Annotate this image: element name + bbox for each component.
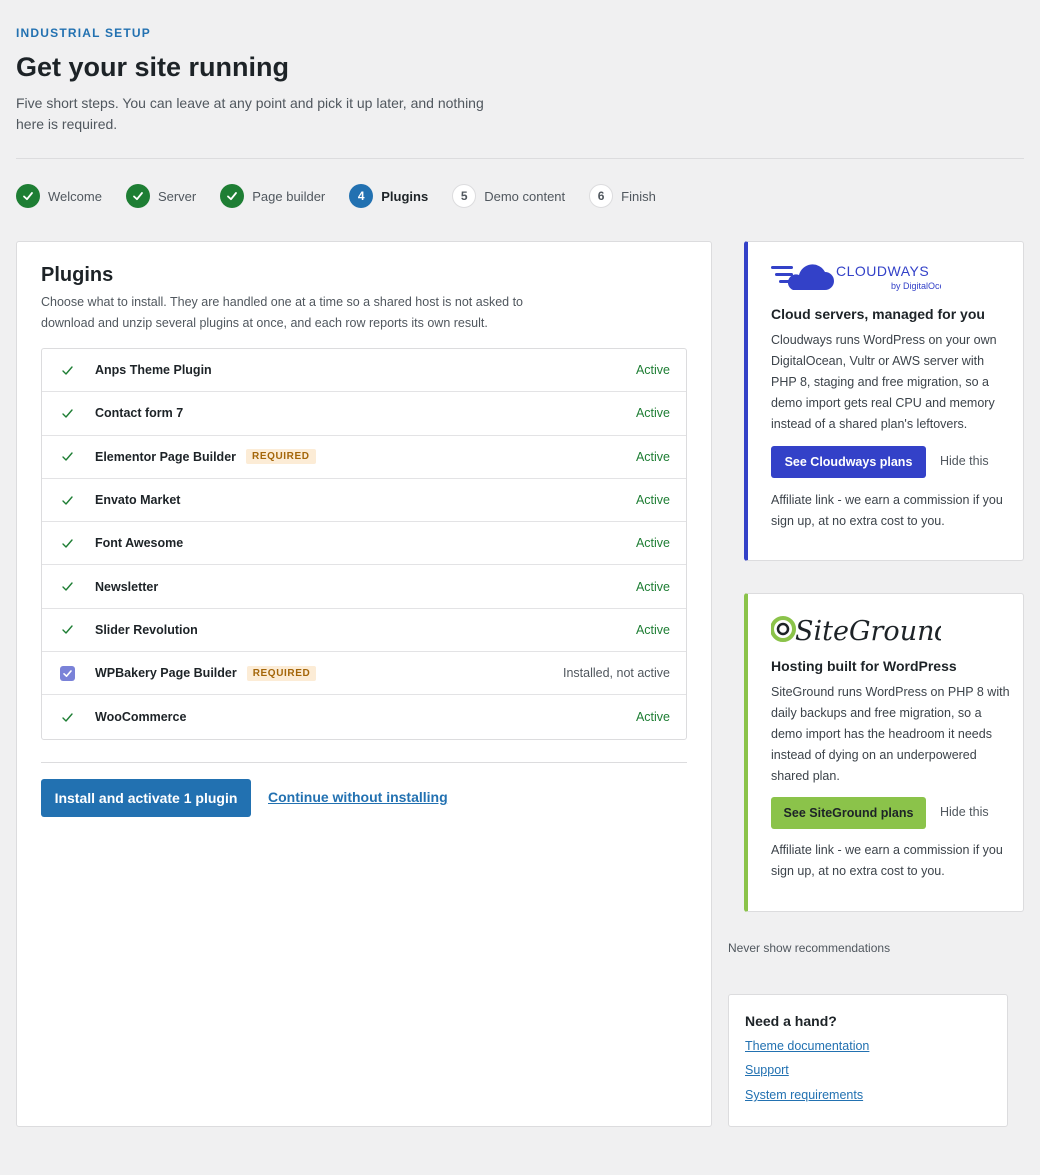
plugin-row: Font Awesome Active <box>42 522 686 566</box>
plugin-list: Anps Theme Plugin Active Contact form 7 Act… <box>41 348 687 740</box>
step-number: 4 <box>349 184 374 208</box>
plugin-status: Active <box>635 406 670 421</box>
step-label: Plugins <box>381 188 429 204</box>
step-check-icon <box>125 184 150 208</box>
plugin-name: Anps Theme Plugin <box>95 363 212 378</box>
help-title: Need a hand? <box>745 1013 837 1029</box>
step-plugins[interactable]: 4 Plugins <box>349 184 428 208</box>
step-label: Welcome <box>48 188 102 204</box>
siteground-body: SiteGround runs WordPress on PHP 8 with … <box>771 685 1010 783</box>
plugins-panel: Plugins Choose what to install. They are… <box>16 241 712 1127</box>
plugin-status: Active <box>635 536 670 551</box>
required-badge: REQUIRED <box>246 665 317 681</box>
svg-text:SiteGround: SiteGround <box>795 616 941 646</box>
plugin-row: WooCommerce Active <box>42 695 686 738</box>
page-title: Get your site running <box>16 52 290 82</box>
plugin-status: Active <box>635 363 670 378</box>
plugin-row: Newsletter Active <box>42 565 686 609</box>
plugin-name: Elementor Page Builder <box>95 449 237 464</box>
siteground-logo: SiteGround <box>770 610 952 651</box>
plugin-row: Elementor Page Builder REQUIRED Active <box>42 436 686 479</box>
cloudways-cloud-icon: CLOUDWAYS by DigitalOcean <box>771 263 955 291</box>
plugin-status: Active <box>635 710 670 725</box>
plugin-name: Contact form 7 <box>95 406 184 421</box>
system-requirements-link[interactable]: System requirements <box>745 1088 863 1102</box>
step-page-builder[interactable]: Page builder <box>220 184 325 208</box>
plugin-name: Envato Market <box>95 493 181 508</box>
see-siteground-plans-button[interactable]: See SiteGround plans <box>771 797 926 829</box>
plugin-row: Slider Revolution Active <box>42 609 686 653</box>
plugin-status: Installed, not active <box>562 666 670 681</box>
plugin-status: Active <box>635 579 670 594</box>
help-card: Need a hand? Theme documentation Support… <box>728 994 1008 1127</box>
cloudways-affiliate-note: Affiliate link - we earn a commission if… <box>771 493 1003 528</box>
plugin-name: WPBakery Page Builder <box>95 666 237 681</box>
cloudways-logo: CLOUDWAYS by DigitalOcean <box>771 260 955 299</box>
plugin-row: Envato Market Active <box>42 479 686 523</box>
siteground-affiliate-note: Affiliate link - we earn a commission if… <box>771 843 1003 878</box>
stepper: Welcome Server Page builder 4 Plugins 5 Demo c… <box>16 184 680 208</box>
step-number: 6 <box>589 184 614 208</box>
step-number: 5 <box>452 184 477 208</box>
step-label: Server <box>157 188 197 204</box>
siteground-card: SiteGround Hosting built for WordPress S… <box>744 593 1024 912</box>
step-label: Demo content <box>484 188 566 204</box>
cloudways-hide-link[interactable]: Hide this <box>940 454 989 468</box>
step-label: Finish <box>621 188 656 204</box>
eyebrow-label: INDUSTRIAL SETUP <box>16 26 151 40</box>
step-check-icon <box>220 184 245 208</box>
plugin-status: Active <box>635 493 670 508</box>
plugin-row: Contact form 7 Active <box>42 392 686 436</box>
plugin-name: Newsletter <box>95 579 159 594</box>
support-link[interactable]: Support <box>745 1063 789 1077</box>
svg-text:CLOUDWAYS: CLOUDWAYS <box>836 263 929 279</box>
panel-divider <box>41 762 687 763</box>
step-check-icon <box>16 184 40 208</box>
plugin-status: Active <box>635 622 670 637</box>
install-activate-button[interactable]: Install and activate 1 plugin <box>41 779 251 817</box>
panel-description: Choose what to install. They are handled… <box>41 295 524 330</box>
plugin-select-checkbox[interactable] <box>59 665 76 682</box>
see-cloudways-plans-button[interactable]: See Cloudways plans <box>771 446 926 478</box>
step-server[interactable]: Server <box>125 184 197 208</box>
step-welcome[interactable]: Welcome <box>16 184 102 208</box>
installed-check-icon <box>59 621 76 638</box>
required-badge: REQUIRED <box>246 449 316 465</box>
cloudways-title: Cloud servers, managed for you <box>771 306 985 322</box>
installed-check-icon <box>59 535 76 552</box>
siteground-swirl-icon: SiteGround <box>770 616 952 647</box>
panel-title: Plugins <box>41 264 114 286</box>
plugin-row: Anps Theme Plugin Active <box>42 349 686 393</box>
plugin-row: WPBakery Page Builder REQUIRED Installed, … <box>42 652 686 696</box>
plugin-status: Active <box>635 449 670 464</box>
never-show-recommendations-link[interactable]: Never show recommendations <box>728 941 890 955</box>
continue-without-installing-link[interactable]: Continue without installing <box>268 789 448 805</box>
installed-check-icon <box>59 492 76 509</box>
step-label: Page builder <box>252 188 326 204</box>
plugin-name: Font Awesome <box>95 536 184 551</box>
installed-check-icon <box>59 362 76 379</box>
cloudways-body: Cloudways runs WordPress on your own Dig… <box>771 333 997 431</box>
cloudways-card: CLOUDWAYS by DigitalOcean Cloud servers,… <box>744 241 1024 561</box>
siteground-hide-link[interactable]: Hide this <box>940 805 989 819</box>
siteground-title: Hosting built for WordPress <box>771 658 957 674</box>
plugin-name: Slider Revolution <box>95 622 198 637</box>
installed-check-icon <box>59 709 76 726</box>
installed-check-icon <box>59 578 76 595</box>
installed-check-icon <box>59 448 76 465</box>
theme-documentation-link[interactable]: Theme documentation <box>745 1039 869 1053</box>
step-demo-content[interactable]: 5 Demo content <box>452 184 565 208</box>
step-finish[interactable]: 6 Finish <box>589 184 656 208</box>
header-divider <box>16 158 1024 159</box>
page-subtitle: Five short steps. You can leave at any p… <box>16 95 484 132</box>
installed-check-icon <box>59 405 76 422</box>
plugin-name: WooCommerce <box>95 710 187 725</box>
svg-text:by DigitalOcean: by DigitalOcean <box>891 281 941 291</box>
